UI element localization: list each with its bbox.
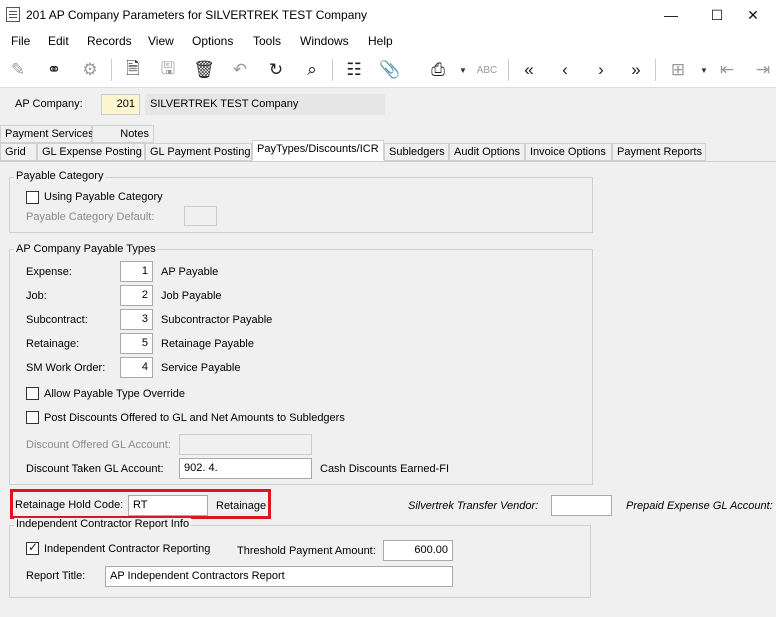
close-button[interactable]: ✕ bbox=[730, 0, 776, 30]
independent-contractor-reporting-label: Independent Contractor Reporting bbox=[44, 543, 211, 555]
document-icon[interactable]: 🗎 bbox=[122, 59, 144, 81]
menu-file[interactable]: File bbox=[11, 34, 30, 48]
prepaid-expense-gl-account-label: Prepaid Expense GL Account: bbox=[626, 500, 773, 512]
sm-work-order-type-desc: Service Payable bbox=[161, 362, 241, 374]
sm-work-order-type-field[interactable]: 4 bbox=[120, 357, 153, 378]
window-title: 201 AP Company Parameters for SILVERTREK… bbox=[26, 8, 368, 22]
delete-icon[interactable]: 🗑 bbox=[193, 59, 215, 81]
discount-taken-desc: Cash Discounts Earned-FI bbox=[320, 463, 449, 475]
search-icon[interactable]: ⌕ bbox=[301, 59, 323, 81]
app-icon bbox=[6, 7, 20, 22]
threshold-payment-amount-field[interactable]: 600.00 bbox=[383, 540, 453, 561]
print-dropdown-icon[interactable]: ▼ bbox=[459, 66, 467, 75]
payable-category-default-label: Payable Category Default: bbox=[26, 211, 155, 223]
menu-records[interactable]: Records bbox=[87, 34, 132, 48]
undo-icon[interactable]: ↶ bbox=[229, 59, 251, 81]
tab-payment-reports[interactable]: Payment Reports bbox=[612, 143, 706, 161]
silvertrek-transfer-vendor-label: Silvertrek Transfer Vendor: bbox=[408, 500, 539, 512]
expense-type-desc: AP Payable bbox=[161, 266, 219, 278]
last-record-icon[interactable]: » bbox=[625, 59, 647, 81]
tab-notes[interactable]: Notes bbox=[92, 125, 154, 143]
menu-view[interactable]: View bbox=[148, 34, 174, 48]
job-type-desc: Job Payable bbox=[161, 290, 222, 302]
retainage-hold-code-desc: Retainage bbox=[216, 500, 267, 512]
independent-contractor-reporting-checkbox[interactable] bbox=[26, 540, 39, 555]
allow-payable-type-override-checkbox[interactable] bbox=[26, 387, 39, 400]
menu-edit[interactable]: Edit bbox=[48, 34, 69, 48]
first-record-icon[interactable]: « bbox=[518, 59, 540, 81]
minimize-button[interactable]: — bbox=[648, 0, 694, 30]
payable-category-default-field bbox=[184, 206, 217, 226]
binoculars-icon[interactable]: ⚭ bbox=[43, 59, 65, 81]
subcontract-type-desc: Subcontractor Payable bbox=[161, 314, 273, 326]
title-bar: 201 AP Company Parameters for SILVERTREK… bbox=[0, 0, 776, 30]
post-discounts-label: Post Discounts Offered to GL and Net Amo… bbox=[44, 412, 345, 424]
grid-dropdown-icon[interactable]: ▼ bbox=[700, 66, 708, 75]
expense-label: Expense: bbox=[26, 266, 72, 278]
retainage-hold-code-label: Retainage Hold Code: bbox=[15, 499, 124, 511]
toolbar-separator bbox=[655, 59, 656, 81]
job-label: Job: bbox=[26, 290, 47, 302]
retainage-label: Retainage: bbox=[26, 338, 80, 350]
tab-gl-expense-posting[interactable]: GL Expense Posting bbox=[37, 143, 145, 161]
discount-offered-label: Discount Offered GL Account: bbox=[26, 439, 171, 451]
silvertrek-transfer-vendor-field[interactable] bbox=[551, 495, 612, 516]
payable-category-group bbox=[9, 177, 593, 233]
menu-options[interactable]: Options bbox=[192, 34, 233, 48]
toolbar-separator bbox=[508, 59, 509, 81]
last-page-icon[interactable]: ⇥ bbox=[752, 59, 774, 81]
icr-title: Independent Contractor Report Info bbox=[14, 518, 192, 530]
discount-taken-label: Discount Taken GL Account: bbox=[26, 463, 164, 475]
company-name-display: SILVERTREK TEST Company bbox=[145, 94, 385, 115]
report-title-field[interactable]: AP Independent Contractors Report bbox=[105, 566, 453, 587]
menu-help[interactable]: Help bbox=[368, 34, 393, 48]
first-page-icon[interactable]: ⇤ bbox=[716, 59, 738, 81]
discount-taken-field[interactable]: 902. 4. bbox=[179, 458, 312, 479]
calculator-icon[interactable]: ☷ bbox=[343, 59, 365, 81]
sm-work-order-label: SM Work Order: bbox=[26, 362, 106, 374]
subcontract-type-field[interactable]: 3 bbox=[120, 309, 153, 330]
save-icon[interactable]: 🖫 bbox=[157, 59, 179, 81]
toolbar: ✎ ⚭ ⚙ 🗎 🖫 🗑 ↶ ↻ ⌕ ☷ 📎 ⎙ ▼ ABC « ‹ › » ⊞ … bbox=[0, 52, 776, 88]
menu-bar: File Edit Records View Options Tools Win… bbox=[0, 30, 776, 52]
previous-record-icon[interactable]: ‹ bbox=[554, 59, 576, 81]
tab-paytypes-discounts-icr[interactable]: PayTypes/Discounts/ICR bbox=[252, 140, 384, 161]
threshold-payment-amount-label: Threshold Payment Amount: bbox=[237, 545, 376, 557]
retainage-type-desc: Retainage Payable bbox=[161, 338, 254, 350]
expense-type-field[interactable]: 1 bbox=[120, 261, 153, 282]
retainage-type-field[interactable]: 5 bbox=[120, 333, 153, 354]
company-label: AP Company: bbox=[15, 98, 83, 110]
discount-offered-field bbox=[179, 434, 312, 455]
payable-types-title: AP Company Payable Types bbox=[14, 243, 158, 255]
grid-settings-icon[interactable]: ⊞ bbox=[667, 59, 689, 81]
tab-grid[interactable]: Grid bbox=[0, 143, 37, 161]
allow-payable-type-override-label: Allow Payable Type Override bbox=[44, 388, 186, 400]
tab-invoice-options[interactable]: Invoice Options bbox=[525, 143, 612, 161]
print-icon[interactable]: ⎙ bbox=[427, 59, 449, 81]
gear-icon[interactable]: ⚙ bbox=[79, 59, 101, 81]
subcontract-label: Subcontract: bbox=[26, 314, 88, 326]
post-discounts-checkbox[interactable] bbox=[26, 411, 39, 424]
using-payable-category-label: Using Payable Category bbox=[44, 191, 163, 203]
menu-tools[interactable]: Tools bbox=[253, 34, 281, 48]
tab-gl-payment-posting[interactable]: GL Payment Posting bbox=[145, 143, 252, 161]
toolbar-separator bbox=[332, 59, 333, 81]
refresh-icon[interactable]: ↻ bbox=[265, 59, 287, 81]
toolbar-separator bbox=[111, 59, 112, 81]
icr-group bbox=[9, 525, 591, 598]
menu-windows[interactable]: Windows bbox=[300, 34, 349, 48]
tab-audit-options[interactable]: Audit Options bbox=[449, 143, 525, 161]
retainage-hold-code-field[interactable]: RT bbox=[128, 495, 208, 516]
tab-payment-services[interactable]: Payment Services bbox=[0, 125, 94, 143]
company-number-field[interactable]: 201 bbox=[101, 94, 140, 115]
job-type-field[interactable]: 2 bbox=[120, 285, 153, 306]
next-record-icon[interactable]: › bbox=[590, 59, 612, 81]
edit-check-icon[interactable]: ✎ bbox=[7, 59, 29, 81]
payable-category-title: Payable Category bbox=[14, 170, 106, 182]
attach-icon[interactable]: 📎 bbox=[379, 59, 401, 81]
report-title-label: Report Title: bbox=[26, 570, 86, 582]
tab-subledgers[interactable]: Subledgers bbox=[384, 143, 449, 161]
spellcheck-icon[interactable]: ABC bbox=[476, 59, 498, 81]
using-payable-category-checkbox[interactable] bbox=[26, 191, 39, 204]
